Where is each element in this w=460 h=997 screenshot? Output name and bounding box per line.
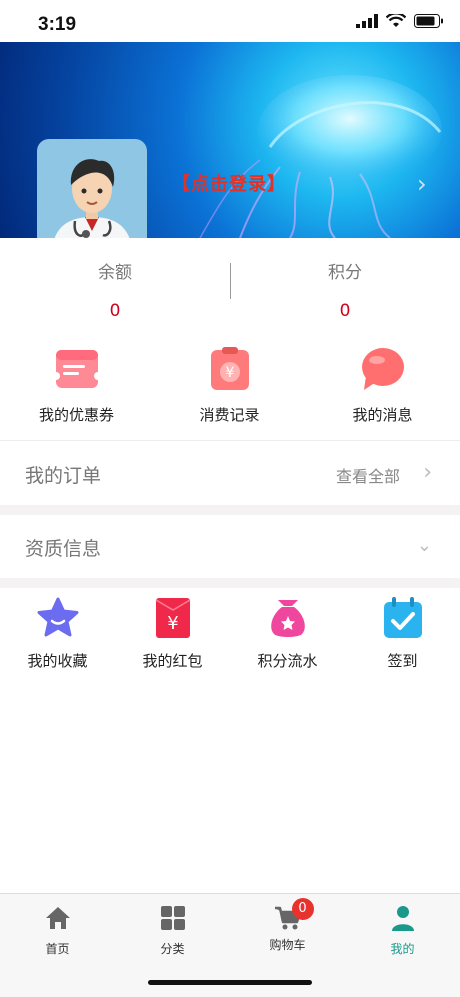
message-icon (361, 348, 404, 390)
star-icon (37, 597, 78, 637)
feature-grid: 我的收藏 ¥ 我的红包 积分流水 签到 (0, 590, 460, 680)
chevron-down-icon[interactable]: ⌄ (417, 535, 432, 556)
red-envelope-button[interactable]: ¥ 我的红包 (115, 590, 230, 671)
status-time: 3:19 (38, 14, 77, 35)
doctor-avatar-icon (54, 159, 130, 238)
tab-cart[interactable]: 0 购物车 (230, 898, 345, 953)
chevron-right-icon[interactable]: › (417, 170, 427, 198)
qualification-row[interactable]: 资质信息 ⌄ (0, 515, 460, 577)
money-bag-icon (270, 600, 305, 637)
battery-icon (414, 14, 443, 28)
tab-home-label: 首页 (45, 942, 70, 956)
coupon-icon (51, 350, 102, 388)
points-label: 积分 (328, 263, 362, 283)
bill-button[interactable]: ¥ 消费记录 (153, 340, 306, 425)
bill-icon: ¥ (210, 347, 249, 390)
tab-category[interactable]: 分类 (115, 904, 230, 957)
signal-icon (356, 14, 378, 28)
chevron-right-icon: › (423, 460, 432, 485)
coupon-label: 我的优惠券 (38, 406, 114, 424)
status-bar: 3:19 (0, 0, 460, 42)
tab-category-label: 分类 (160, 942, 185, 956)
balance-value: 0 (109, 301, 121, 321)
tab-home[interactable]: 首页 (0, 904, 115, 957)
checkin-label: 签到 (387, 652, 418, 670)
favorites-label: 我的收藏 (27, 652, 88, 670)
points-stat[interactable]: 积分 0 (230, 238, 460, 321)
points-history-label: 积分流水 (257, 652, 318, 670)
divider (0, 440, 460, 441)
svg-text:¥: ¥ (167, 613, 178, 634)
message-button[interactable]: 我的消息 (306, 340, 459, 425)
checkin-button[interactable]: 签到 (345, 590, 460, 671)
calendar-check-icon (383, 597, 422, 638)
orders-title: 我的订单 (25, 465, 102, 487)
profile-banner[interactable]: 【点击登录】 › (0, 42, 460, 238)
red-envelope-label: 我的红包 (142, 652, 203, 670)
section-separator (0, 505, 460, 515)
grid-icon (160, 906, 185, 930)
user-icon (391, 906, 414, 931)
avatar[interactable] (37, 139, 147, 238)
section-separator (0, 578, 460, 588)
points-value: 0 (339, 301, 351, 321)
balance-stat[interactable]: 余额 0 (0, 238, 230, 321)
message-label: 我的消息 (352, 406, 413, 424)
balance-label: 余额 (98, 263, 132, 283)
tab-cart-label: 购物车 (269, 938, 306, 952)
cart-icon-wrap: 0 (274, 898, 314, 932)
svg-text:¥: ¥ (225, 365, 234, 381)
tab-mine-label: 我的 (390, 942, 415, 956)
view-all-orders-link[interactable]: 查看全部 (336, 463, 400, 487)
account-stats: 余额 0 积分 0 (0, 238, 460, 333)
coupon-button[interactable]: 我的优惠券 (0, 340, 153, 425)
red-envelope-icon: ¥ (155, 598, 190, 638)
wifi-icon (386, 14, 406, 27)
quick-actions: 我的优惠券 ¥ 消费记录 我的消息 (0, 340, 460, 435)
tab-mine[interactable]: 我的 (345, 904, 460, 957)
home-icon (45, 907, 70, 929)
login-link[interactable]: 【点击登录】 (172, 170, 286, 196)
favorites-button[interactable]: 我的收藏 (0, 590, 115, 671)
status-icons (356, 14, 444, 28)
home-indicator (148, 980, 312, 985)
qualification-title: 资质信息 (25, 538, 102, 560)
orders-row[interactable]: 我的订单 查看全部 › (0, 442, 460, 504)
cart-count-badge: 0 (291, 898, 314, 920)
points-history-button[interactable]: 积分流水 (230, 590, 345, 671)
bill-label: 消费记录 (199, 406, 260, 424)
